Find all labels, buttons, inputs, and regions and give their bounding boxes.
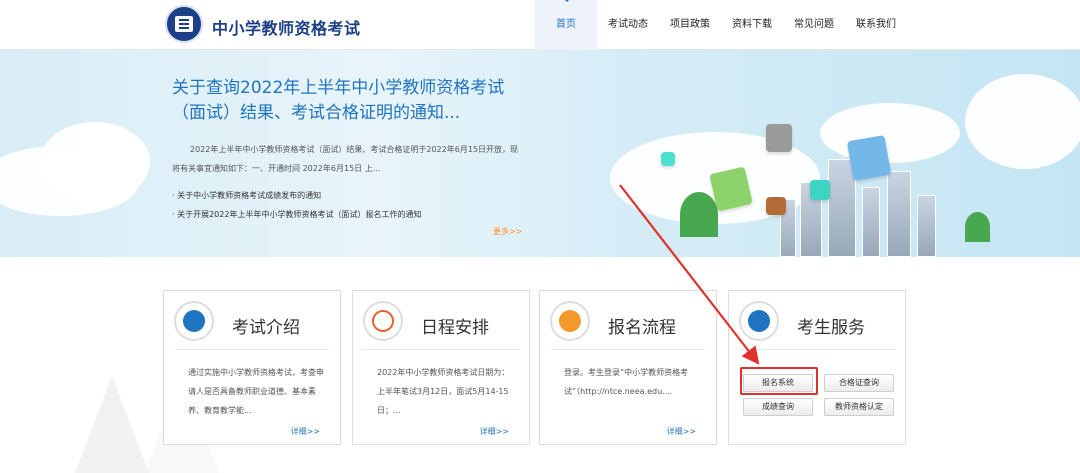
card-title: 考生服务	[797, 318, 865, 338]
banner-description: 2022年上半年中小学教师资格考试（面试）结果、考试合格证明于2022年6月15…	[172, 145, 518, 173]
site-brand[interactable]: 中小学教师资格考试	[212, 15, 361, 39]
candidate-services-card: 考生服务 报名系统 合格证查询 成绩查询 教师资格认定	[728, 290, 906, 445]
card-text: 登录。考生登录“中小学教师资格考试”（http://ntce.neea.edu.…	[564, 368, 689, 396]
teacher-certification-button[interactable]: 教师资格认定	[824, 398, 894, 416]
banner-cloud	[40, 122, 150, 202]
nav-faq[interactable]: 常见问题	[783, 0, 845, 50]
registration-process-card[interactable]: 报名流程 登录。考生登录“中小学教师资格考试”（http://ntce.neea…	[539, 290, 717, 445]
nav-home[interactable]: 首页	[535, 0, 597, 50]
news-link[interactable]: 关于开展2022年上半年中小学教师资格考试（面试）报名工作的通知	[177, 210, 421, 219]
card-title: 日程安排	[421, 318, 489, 338]
certificate-query-button[interactable]: 合格证查询	[824, 374, 894, 392]
schedule-card[interactable]: 日程安排 2022年中小学教师资格考试日期为：上半年笔试3月12日，面试5月14…	[352, 290, 530, 445]
detail-link[interactable]: 详细>>	[667, 426, 696, 437]
exam-logo-icon[interactable]	[165, 5, 203, 43]
book-cube-icon	[766, 197, 786, 215]
highlight-box	[740, 367, 818, 395]
building-icon	[887, 171, 911, 257]
building-icon	[862, 187, 880, 257]
more-link[interactable]: 更多>>	[493, 226, 522, 237]
top-navigation: 首页 考试动态 项目政策 资料下载 常见问题 联系我们	[535, 0, 907, 50]
tree-icon	[965, 212, 990, 242]
banner-cloud	[965, 74, 1080, 169]
card-divider	[550, 349, 706, 350]
exam-intro-icon	[174, 301, 214, 341]
exam-intro-card[interactable]: 考试介绍 通过实施中小学教师资格考试，考查申请人是否具备教师职业道德、基本素养、…	[163, 290, 341, 445]
nav-contact[interactable]: 联系我们	[845, 0, 907, 50]
banner-title[interactable]: 关于查询2022年上半年中小学教师资格考试（面试）结果、考试合格证明的通知...	[172, 76, 532, 126]
small-cube-icon	[810, 180, 830, 200]
score-query-button[interactable]: 成绩查询	[743, 398, 813, 416]
site-header: 中小学教师资格考试 首页 考试动态 项目政策 资料下载 常见问题 联系我们	[0, 0, 1080, 50]
nav-policy[interactable]: 项目政策	[659, 0, 721, 50]
card-divider	[174, 349, 330, 350]
card-title: 报名流程	[608, 318, 676, 338]
detail-link[interactable]: 详细>>	[480, 426, 509, 437]
detail-link[interactable]: 详细>>	[291, 426, 320, 437]
card-text: 2022年中小学教师资格考试日期为：上半年笔试3月12日，面试5月14-15日；…	[377, 368, 510, 415]
news-item[interactable]: · 关于开展2022年上半年中小学教师资格考试（面试）报名工作的通知	[172, 205, 421, 224]
news-list: · 关于中小学教师资格考试成绩发布的通知 · 关于开展2022年上半年中小学教师…	[172, 186, 421, 224]
computer-cube-icon	[846, 135, 892, 181]
news-item[interactable]: · 关于中小学教师资格考试成绩发布的通知	[172, 186, 421, 205]
news-link[interactable]: 关于中小学教师资格考试成绩发布的通知	[177, 191, 321, 200]
card-divider	[363, 349, 519, 350]
candidate-services-icon	[739, 301, 779, 341]
building-icon	[917, 195, 936, 257]
hero-banner: 关于查询2022年上半年中小学教师资格考试（面试）结果、考试合格证明的通知...…	[0, 50, 1080, 257]
background-triangle-decoration	[75, 376, 149, 473]
card-title: 考试介绍	[232, 318, 300, 338]
small-cube-icon	[661, 152, 675, 166]
checkmark-icon	[363, 301, 403, 341]
card-text: 通过实施中小学教师资格考试，考查申请人是否具备教师职业道德、基本素养、教育教学能…	[188, 368, 324, 415]
nav-exam-news[interactable]: 考试动态	[597, 0, 659, 50]
nav-downloads[interactable]: 资料下载	[721, 0, 783, 50]
registration-process-icon	[550, 301, 590, 341]
banner-cloud	[820, 103, 960, 163]
card-divider	[739, 349, 895, 350]
printer-cube-icon	[766, 124, 792, 152]
tree-icon	[680, 192, 718, 237]
